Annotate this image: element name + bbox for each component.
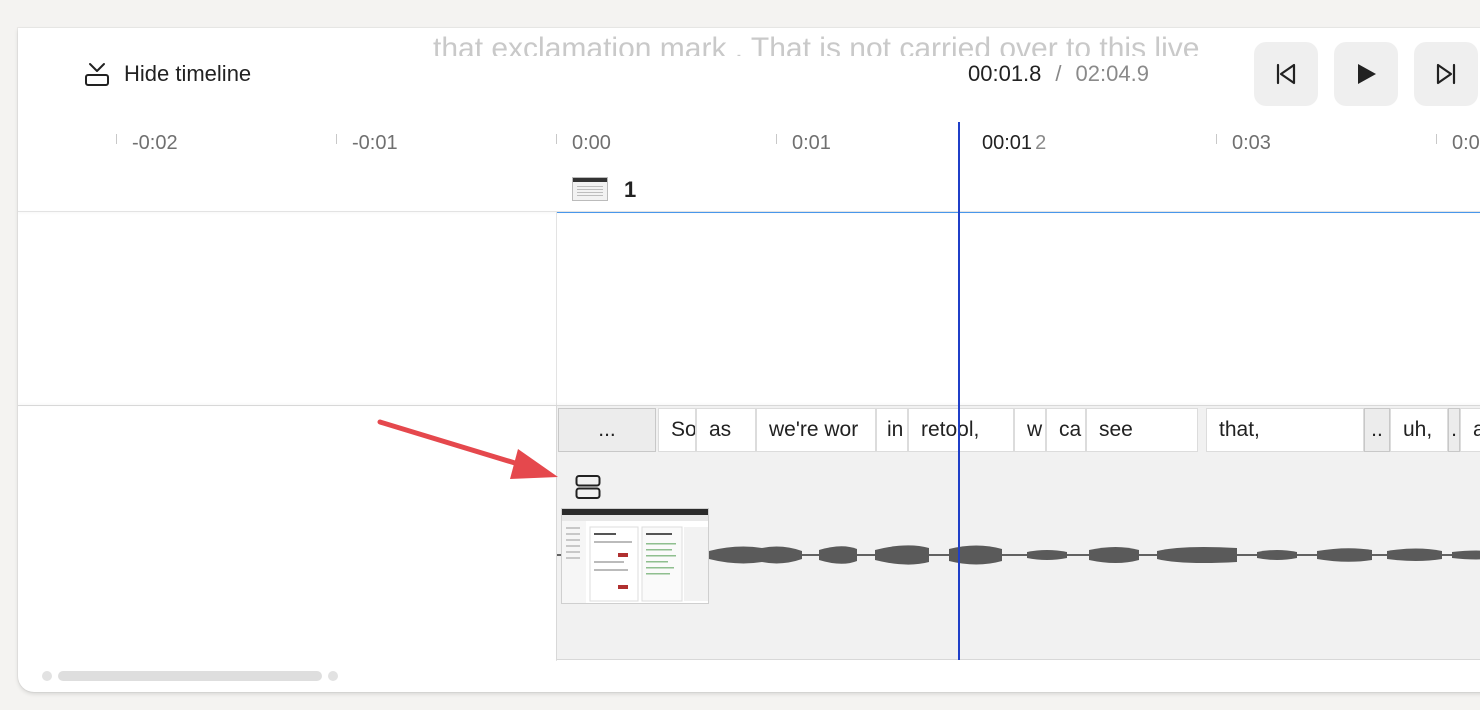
transcript-word[interactable]: ca [1046, 408, 1086, 452]
annotation-arrow-icon [377, 419, 558, 479]
ruler-tick [1216, 134, 1217, 144]
playhead-time-main: 00:01 [982, 132, 1033, 154]
ruler-label: -0:02 [132, 132, 178, 154]
transcript-word[interactable]: uh, [1390, 408, 1448, 452]
transcript-word[interactable]: in [876, 408, 908, 452]
playhead[interactable] [958, 122, 960, 660]
skip-back-icon [1273, 61, 1299, 87]
total-time: 02:04.9 [1075, 61, 1149, 86]
play-icon [1353, 61, 1379, 87]
transcript-word[interactable]: w [1014, 408, 1046, 452]
ruler-tick [556, 134, 557, 144]
timeline-panel: that exclamation mark . That is not carr… [18, 28, 1480, 692]
playhead-time-dim: 2 [1035, 132, 1047, 154]
hide-timeline-label: Hide timeline [124, 61, 252, 86]
split-track-icon[interactable] [575, 474, 601, 505]
play-button[interactable] [1334, 42, 1398, 106]
ruler-tick [116, 134, 117, 144]
ruler-label: 0:01 [792, 132, 831, 154]
scene-strip[interactable]: 1 [556, 168, 1480, 213]
ruler-label: 0:00 [572, 132, 611, 154]
scrollbar-left-cap [42, 671, 52, 681]
ruler-label: -0:01 [352, 132, 398, 154]
scrollbar-thumb[interactable] [58, 671, 322, 681]
horizontal-scrollbar[interactable] [42, 670, 342, 682]
next-button[interactable] [1414, 42, 1478, 106]
playhead-time-label: 00:01 2 [982, 132, 1046, 155]
ruler-tick [776, 134, 777, 144]
caption-text: that exclamation mark . That is not carr… [433, 34, 1200, 56]
transcript-word[interactable]: see [1086, 408, 1198, 452]
current-time: 00:01.8 [968, 61, 1042, 86]
scene-number: 1 [624, 177, 637, 202]
scene-thumbnail [572, 177, 608, 201]
skip-forward-icon [1433, 61, 1459, 87]
audio-track[interactable]: ... So as we're wor in retool, w ca see … [556, 406, 1480, 660]
scene-row-divider [18, 211, 1480, 212]
transcript-gap[interactable]: .. [1364, 408, 1390, 452]
ruler-label: 0:0 [1452, 132, 1480, 154]
ruler-label: 0:03 [1232, 132, 1271, 154]
transcript-word[interactable]: So [658, 408, 696, 452]
time-ruler[interactable]: -0:02 -0:01 0:00 0:01 0:03 0:0 [18, 122, 1480, 168]
transcript-word[interactable]: retool, [908, 408, 1014, 452]
time-readout: 00:01.8 / 02:04.9 [968, 58, 1149, 90]
clip-thumbnail[interactable] [561, 508, 709, 604]
previous-button[interactable] [1254, 42, 1318, 106]
collapse-down-icon [84, 61, 110, 87]
transcript-word[interactable]: we're wor [756, 408, 876, 452]
ruler-tick [336, 134, 337, 144]
transcript-word[interactable]: a [1460, 408, 1480, 452]
hide-timeline-button[interactable]: Hide timeline [84, 58, 251, 90]
transcript-word[interactable]: as [696, 408, 756, 452]
scrollbar-right-cap [328, 671, 338, 681]
time-separator: / [1055, 61, 1062, 86]
transcript-word[interactable]: that, [1206, 408, 1364, 452]
ruler-tick [1436, 134, 1437, 144]
transcript-gap[interactable]: . [1448, 408, 1460, 452]
